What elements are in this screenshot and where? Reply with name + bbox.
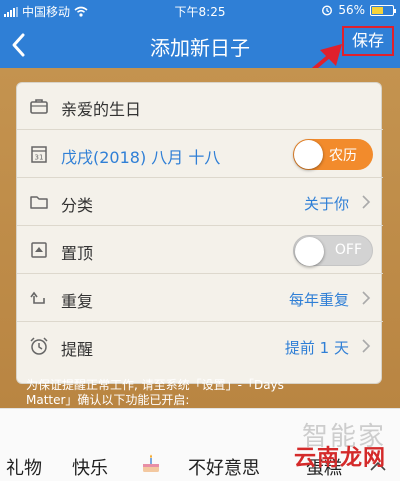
- alarm-icon: [322, 5, 333, 16]
- lunar-toggle-label: 农历: [329, 148, 357, 164]
- row-event-name[interactable]: 亲爱的生日: [17, 83, 383, 130]
- notice-line-2: Matter」确认以下功能已开启:: [26, 393, 190, 407]
- form-card: 亲爱的生日 31 戊戌(2018) 八月 十八 农历 分类 关于你 置顶 OFF…: [16, 82, 383, 384]
- category-label: 分类: [61, 196, 94, 215]
- pin-top-toggle[interactable]: OFF: [293, 235, 373, 266]
- row-reminder[interactable]: 提醒 提前 1 天: [17, 323, 383, 370]
- status-right: 56%: [321, 3, 396, 17]
- reminder-notice: 为保证提醒正常工作, 请至系统「设置」-「Days Matter」确认以下功能已…: [0, 378, 400, 408]
- toggle-knob: [294, 140, 323, 169]
- folder-icon: [30, 196, 48, 209]
- nav-bar: 添加新日子 保存: [0, 22, 400, 68]
- briefcase-icon: [30, 99, 48, 114]
- reminder-value[interactable]: 提前 1 天: [285, 337, 349, 358]
- date-text[interactable]: 戊戌(2018) 八月 十八: [61, 144, 220, 168]
- row-category[interactable]: 分类 关于你: [17, 179, 383, 226]
- row-pin-top[interactable]: 置顶 OFF: [17, 227, 383, 274]
- row-repeat[interactable]: 重复 每年重复: [17, 275, 383, 322]
- chevron-right-icon: [362, 195, 371, 209]
- chevron-up-icon[interactable]: [368, 459, 388, 473]
- chevron-right-icon: [362, 291, 371, 305]
- notice-line-1: 为保证提醒正常工作, 请至系统「设置」-「Days: [26, 378, 284, 392]
- save-button[interactable]: 保存: [342, 26, 394, 56]
- toggle-knob: [295, 237, 324, 266]
- battery-percent: 56%: [338, 3, 365, 17]
- repeat-value[interactable]: 每年重复: [289, 289, 349, 310]
- lunar-toggle[interactable]: 农历: [293, 139, 373, 170]
- battery-icon: [370, 4, 396, 16]
- candidate-word[interactable]: 不好意思: [188, 454, 260, 480]
- status-bar: 中国移动 下午8:25 56%: [0, 0, 400, 22]
- pin-top-icon: [31, 242, 47, 258]
- candidate-word[interactable]: 礼物: [6, 454, 42, 480]
- repeat-label: 重复: [61, 292, 94, 311]
- page-title: 添加新日子: [150, 36, 250, 60]
- candidate-word[interactable]: 蛋糕: [306, 454, 342, 480]
- pin-top-label: 置顶: [61, 244, 94, 263]
- content-area: 亲爱的生日 31 戊戌(2018) 八月 十八 农历 分类 关于你 置顶 OFF…: [0, 68, 400, 408]
- reminder-label: 提醒: [61, 340, 94, 359]
- alarm-clock-icon: [30, 337, 48, 355]
- svg-text:31: 31: [35, 154, 44, 162]
- repeat-icon: [30, 291, 45, 304]
- event-name-text[interactable]: 亲爱的生日: [61, 96, 141, 120]
- category-value[interactable]: 关于你: [304, 193, 349, 214]
- calendar-icon: 31: [31, 146, 47, 163]
- row-date[interactable]: 31 戊戌(2018) 八月 十八 农历: [17, 131, 383, 178]
- chevron-right-icon: [362, 339, 371, 353]
- keyboard-candidate-bar: 礼物 快乐 不好意思 蛋糕: [0, 408, 400, 481]
- candidate-word[interactable]: 快乐: [72, 454, 108, 480]
- cake-emoji-icon[interactable]: [140, 453, 162, 475]
- pin-top-toggle-label: OFF: [334, 242, 362, 258]
